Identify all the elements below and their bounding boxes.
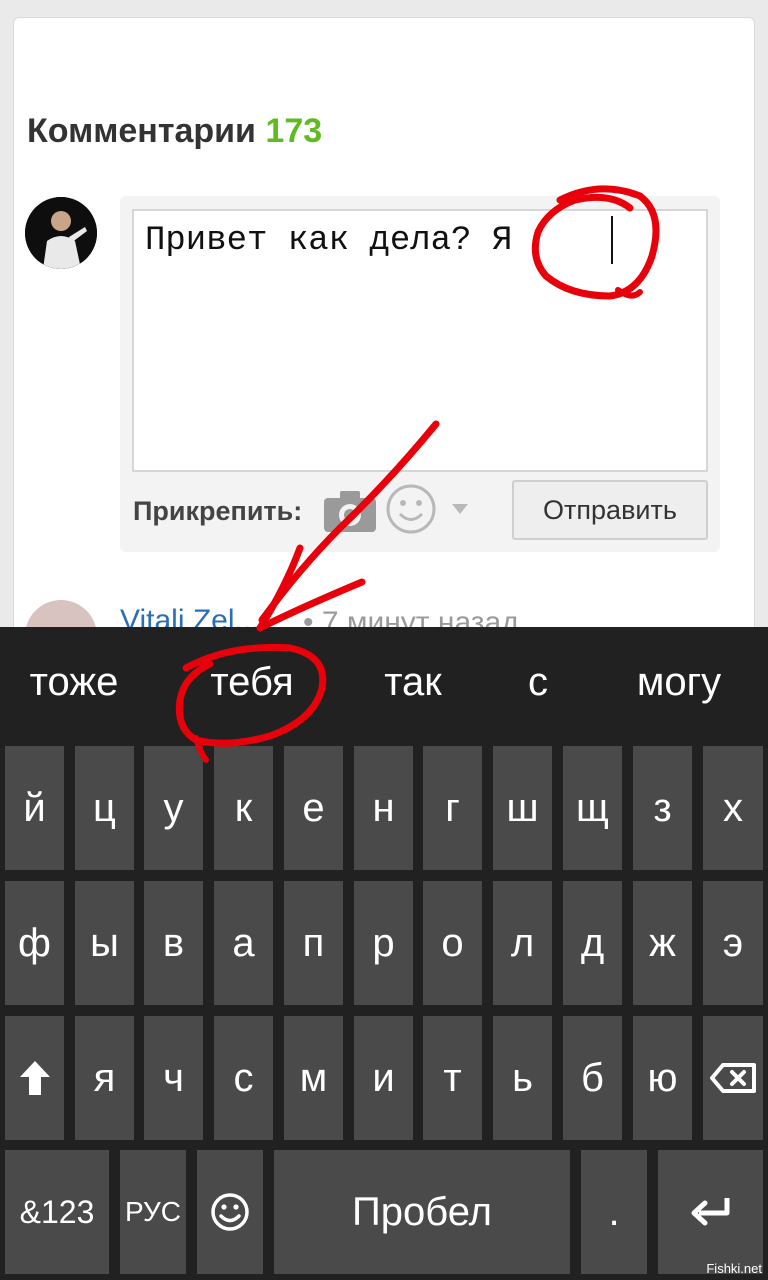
smile-icon[interactable]: [384, 482, 438, 536]
key[interactable]: я: [75, 1016, 134, 1140]
key[interactable]: ы: [75, 881, 134, 1005]
key[interactable]: п: [284, 881, 343, 1005]
key[interactable]: н: [354, 746, 413, 870]
suggestion-item[interactable]: тоже: [18, 660, 130, 712]
key[interactable]: а: [214, 881, 273, 1005]
send-button[interactable]: Отправить: [512, 480, 708, 540]
chevron-down-icon[interactable]: [450, 502, 470, 516]
key[interactable]: к: [214, 746, 273, 870]
key[interactable]: ш: [493, 746, 552, 870]
key[interactable]: з: [633, 746, 692, 870]
symbols-key[interactable]: &123: [5, 1150, 109, 1274]
camera-icon[interactable]: [322, 488, 378, 534]
attach-label: Прикрепить:: [133, 496, 303, 526]
key[interactable]: ю: [633, 1016, 692, 1140]
enter-key[interactable]: [658, 1150, 763, 1274]
backspace-key[interactable]: [703, 1016, 763, 1140]
comments-heading: Комментарии 173: [27, 112, 322, 151]
key[interactable]: р: [354, 881, 413, 1005]
language-key[interactable]: РУС: [120, 1150, 186, 1274]
key[interactable]: л: [493, 881, 552, 1005]
key[interactable]: э: [703, 881, 763, 1005]
text-caret: [611, 216, 613, 264]
key[interactable]: й: [5, 746, 64, 870]
key[interactable]: о: [423, 881, 482, 1005]
key[interactable]: ц: [75, 746, 134, 870]
key[interactable]: т: [423, 1016, 482, 1140]
key[interactable]: щ: [563, 746, 622, 870]
key[interactable]: д: [563, 881, 622, 1005]
backspace-icon: [710, 1063, 756, 1093]
key[interactable]: б: [563, 1016, 622, 1140]
period-key[interactable]: .: [581, 1150, 647, 1274]
comments-heading-label: Комментарии: [27, 112, 256, 150]
key[interactable]: е: [284, 746, 343, 870]
key[interactable]: ч: [144, 1016, 203, 1140]
comment-input-text: Привет как дела? Я: [145, 222, 533, 260]
key[interactable]: ф: [5, 881, 64, 1005]
space-key[interactable]: Пробел: [274, 1150, 570, 1274]
watermark: Fishki.net: [706, 1261, 762, 1276]
comments-count: 173: [265, 112, 323, 150]
key[interactable]: в: [144, 881, 203, 1005]
key[interactable]: с: [214, 1016, 273, 1140]
enter-icon: [691, 1198, 729, 1226]
key[interactable]: м: [284, 1016, 343, 1140]
shift-key[interactable]: [5, 1016, 64, 1140]
emoji-key[interactable]: [197, 1150, 263, 1274]
avatar: [25, 197, 97, 269]
suggestion-item[interactable]: так: [370, 660, 456, 712]
key[interactable]: ь: [493, 1016, 552, 1140]
key[interactable]: ж: [633, 881, 692, 1005]
suggestion-item[interactable]: могу: [620, 660, 738, 712]
suggestion-item[interactable]: с: [516, 660, 560, 712]
emoji-icon: [211, 1193, 249, 1231]
shift-icon: [19, 1061, 50, 1095]
key[interactable]: х: [703, 746, 763, 870]
suggestion-item[interactable]: тебя: [196, 660, 308, 712]
key[interactable]: у: [144, 746, 203, 870]
key[interactable]: и: [354, 1016, 413, 1140]
key[interactable]: г: [423, 746, 482, 870]
